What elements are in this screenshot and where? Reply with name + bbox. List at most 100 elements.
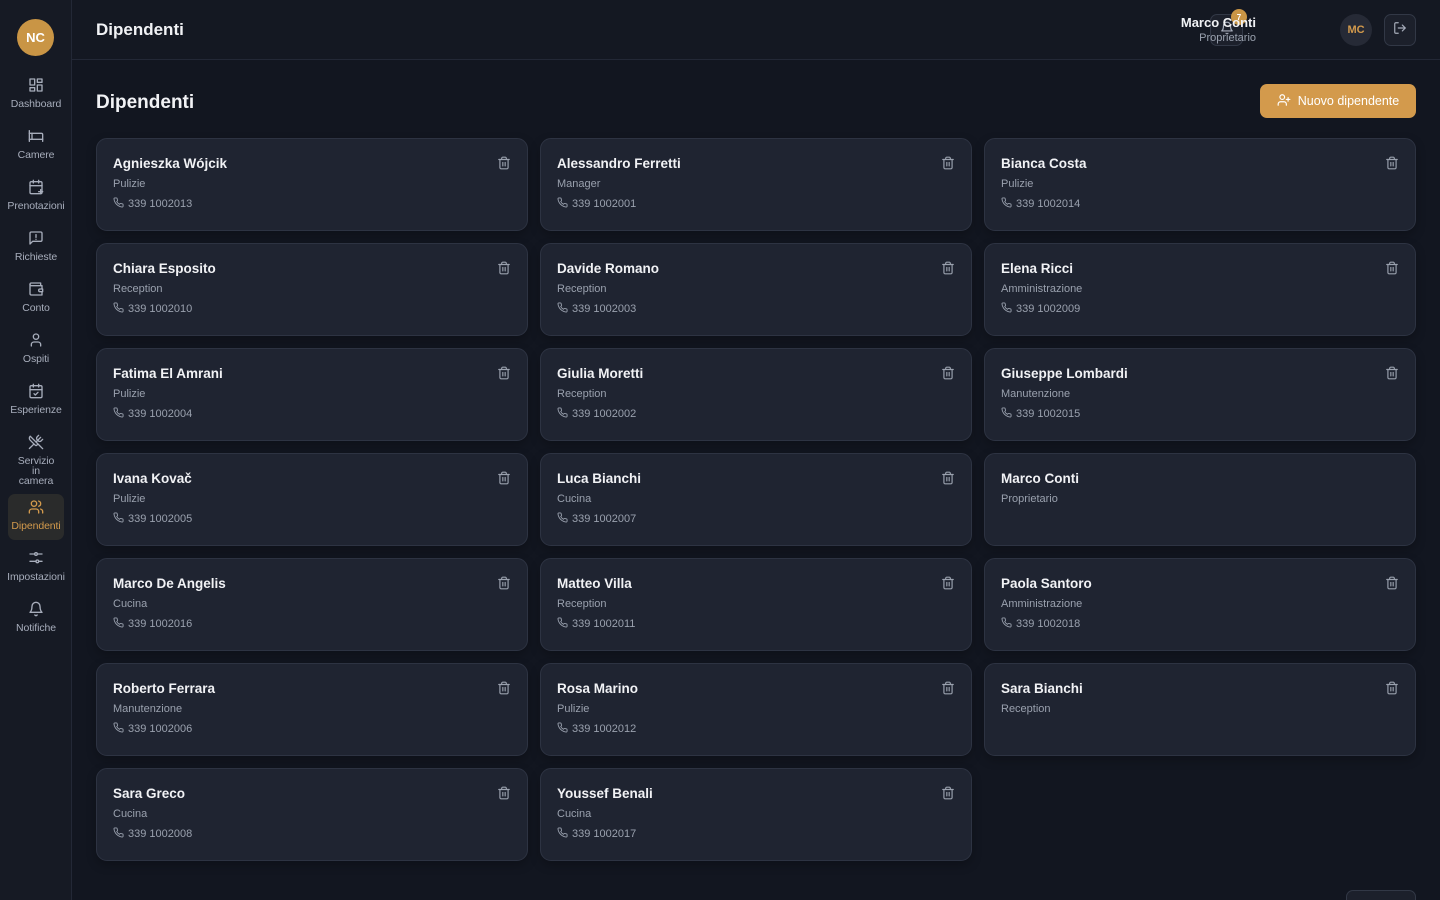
logout-button[interactable] bbox=[1384, 14, 1416, 46]
employee-card[interactable]: Agnieszka Wójcik Pulizie 339 1002013 bbox=[96, 138, 528, 231]
employee-phone: 339 1002002 bbox=[557, 407, 955, 421]
delete-employee-button[interactable] bbox=[497, 681, 511, 695]
user-plus-icon bbox=[1277, 93, 1291, 110]
delete-employee-button[interactable] bbox=[941, 156, 955, 170]
employee-card[interactable]: Roberto Ferrara Manutenzione 339 1002006 bbox=[96, 663, 528, 756]
employee-card[interactable]: Bianca Costa Pulizie 339 1002014 bbox=[984, 138, 1416, 231]
employee-phone: 339 1002018 bbox=[1001, 617, 1399, 631]
delete-employee-button[interactable] bbox=[941, 681, 955, 695]
employee-card[interactable]: Davide Romano Reception 339 1002003 bbox=[540, 243, 972, 336]
trash-icon bbox=[941, 786, 955, 804]
employee-name: Elena Ricci bbox=[1001, 261, 1074, 276]
employee-phone: 339 1002011 bbox=[557, 617, 955, 631]
employee-phone-number: 339 1002003 bbox=[572, 303, 637, 315]
employee-role: Pulizie bbox=[557, 703, 590, 715]
employee-card[interactable]: Marco De Angelis Cucina 339 1002016 bbox=[96, 558, 528, 651]
trash-icon bbox=[1385, 261, 1399, 279]
sidebar-item-label: Camere bbox=[17, 149, 55, 161]
employee-phone-number: 339 1002006 bbox=[128, 723, 193, 735]
employee-phone-number: 339 1002009 bbox=[1016, 303, 1081, 315]
delete-employee-button[interactable] bbox=[497, 471, 511, 485]
delete-employee-button[interactable] bbox=[497, 786, 511, 800]
phone-icon bbox=[113, 617, 124, 631]
employee-role: Amministrazione bbox=[1001, 283, 1083, 295]
employee-phone: 339 1002001 bbox=[557, 197, 955, 211]
new-employee-button[interactable]: Nuovo dipendente bbox=[1260, 84, 1416, 118]
user-info: Marco Conti Proprietario bbox=[1181, 15, 1256, 44]
employee-phone-number: 339 1002015 bbox=[1016, 408, 1081, 420]
employee-phone-number: 339 1002004 bbox=[128, 408, 193, 420]
sidebar-item-camere[interactable]: Camere bbox=[8, 123, 64, 174]
phone-icon bbox=[557, 722, 568, 736]
delete-employee-button[interactable] bbox=[1385, 156, 1399, 170]
utensils-crossed-icon bbox=[28, 434, 44, 456]
employee-card[interactable]: Chiara Esposito Reception 339 1002010 bbox=[96, 243, 528, 336]
delete-employee-button[interactable] bbox=[941, 576, 955, 590]
brand-logo[interactable]: NC bbox=[17, 19, 54, 56]
employee-card[interactable]: Fatima El Amrani Pulizie 339 1002004 bbox=[96, 348, 528, 441]
phone-icon bbox=[557, 617, 568, 631]
employee-card[interactable]: Paola Santoro Amministrazione 339 100201… bbox=[984, 558, 1416, 651]
trash-icon bbox=[1385, 681, 1399, 699]
delete-employee-button[interactable] bbox=[1385, 366, 1399, 380]
employee-card[interactable]: Marco Conti Proprietario bbox=[984, 453, 1416, 546]
trash-icon bbox=[941, 261, 955, 279]
sidebar-item-conto[interactable]: Conto bbox=[8, 276, 64, 327]
avatar[interactable]: MC bbox=[1340, 14, 1372, 46]
sidebar-item-impostazioni[interactable]: Impostazioni bbox=[7, 545, 65, 596]
sliders-icon bbox=[28, 550, 44, 572]
employee-card[interactable]: Luca Bianchi Cucina 339 1002007 bbox=[540, 453, 972, 546]
section-action-button[interactable] bbox=[1346, 890, 1416, 900]
phone-icon bbox=[113, 302, 124, 316]
sidebar-item-esperienze[interactable]: Esperienze bbox=[8, 378, 64, 429]
phone-icon bbox=[557, 512, 568, 526]
sidebar-item-ospiti[interactable]: Ospiti bbox=[8, 327, 64, 378]
sidebar-item-richieste[interactable]: Richieste bbox=[8, 225, 64, 276]
delete-employee-button[interactable] bbox=[497, 576, 511, 590]
employee-name: Luca Bianchi bbox=[557, 471, 642, 486]
delete-employee-button[interactable] bbox=[497, 156, 511, 170]
sidebar-item-notifiche[interactable]: Notifiche bbox=[8, 596, 64, 647]
employee-phone-number: 339 1002013 bbox=[128, 198, 193, 210]
trash-icon bbox=[497, 786, 511, 804]
delete-employee-button[interactable] bbox=[1385, 261, 1399, 275]
delete-employee-button[interactable] bbox=[497, 261, 511, 275]
trash-icon bbox=[497, 471, 511, 489]
employee-card[interactable]: Ivana Kovač Pulizie 339 1002005 bbox=[96, 453, 528, 546]
delete-employee-button[interactable] bbox=[941, 786, 955, 800]
sidebar-item-dashboard[interactable]: Dashboard bbox=[8, 72, 64, 123]
employee-phone: 339 1002010 bbox=[113, 302, 511, 316]
trash-icon bbox=[497, 261, 511, 279]
delete-employee-button[interactable] bbox=[497, 366, 511, 380]
trash-icon bbox=[941, 681, 955, 699]
employee-card[interactable]: Elena Ricci Amministrazione 339 1002009 bbox=[984, 243, 1416, 336]
trash-icon bbox=[1385, 576, 1399, 594]
delete-employee-button[interactable] bbox=[941, 261, 955, 275]
employee-card[interactable]: Sara Bianchi Reception bbox=[984, 663, 1416, 756]
employee-role: Proprietario bbox=[1001, 493, 1058, 505]
trash-icon bbox=[497, 576, 511, 594]
calendar-plus-icon bbox=[28, 179, 44, 201]
sidebar-item-servizio-in-camera[interactable]: Servizio in camera bbox=[8, 429, 64, 494]
delete-employee-button[interactable] bbox=[1385, 576, 1399, 590]
employee-name: Ivana Kovač bbox=[113, 471, 192, 486]
new-employee-button-label: Nuovo dipendente bbox=[1297, 94, 1400, 108]
employee-card[interactable]: Youssef Benali Cucina 339 1002017 bbox=[540, 768, 972, 861]
delete-employee-button[interactable] bbox=[941, 471, 955, 485]
sidebar-item-label: Dipendenti bbox=[11, 520, 61, 532]
employee-card[interactable]: Rosa Marino Pulizie 339 1002012 bbox=[540, 663, 972, 756]
delete-employee-button[interactable] bbox=[1385, 681, 1399, 695]
employee-phone: 339 1002015 bbox=[1001, 407, 1399, 421]
sidebar-item-dipendenti[interactable]: Dipendenti bbox=[8, 494, 64, 540]
delete-employee-button[interactable] bbox=[941, 366, 955, 380]
employee-card[interactable]: Matteo Villa Reception 339 1002011 bbox=[540, 558, 972, 651]
employee-card[interactable]: Alessandro Ferretti Manager 339 1002001 bbox=[540, 138, 972, 231]
employee-role: Manager bbox=[557, 178, 601, 190]
sidebar-item-prenotazioni[interactable]: Prenotazioni bbox=[7, 174, 65, 225]
message-alert-icon bbox=[28, 230, 44, 252]
employee-card[interactable]: Giuseppe Lombardi Manutenzione 339 10020… bbox=[984, 348, 1416, 441]
bell-icon bbox=[28, 601, 44, 623]
employee-card[interactable]: Giulia Moretti Reception 339 1002002 bbox=[540, 348, 972, 441]
employee-card[interactable]: Sara Greco Cucina 339 1002008 bbox=[96, 768, 528, 861]
employee-name: Davide Romano bbox=[557, 261, 660, 276]
